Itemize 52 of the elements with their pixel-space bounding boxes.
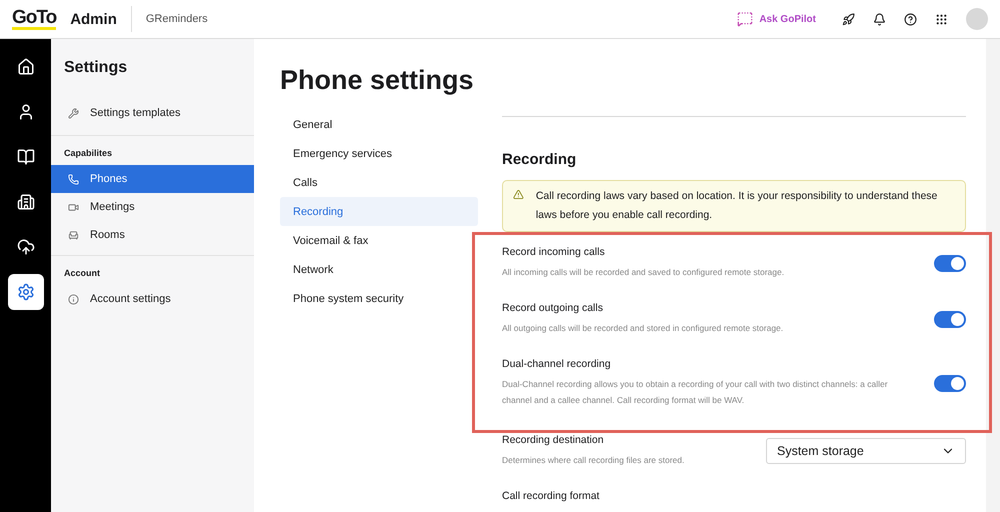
sidebar-title: Settings (64, 59, 128, 77)
rocket-icon[interactable] (842, 12, 855, 26)
organization-name: GReminders (146, 13, 208, 25)
dropdown[interactable]: System storage (766, 438, 966, 464)
toggle-switch[interactable] (934, 374, 966, 392)
setting-description: All outgoing calls will be recorded and stored in configured remote storage. (502, 322, 784, 335)
settings-nav-item[interactable]: Phone system security (280, 284, 478, 313)
sidebar-item[interactable]: Rooms (51, 221, 254, 249)
settings-nav-item[interactable]: Network (280, 255, 478, 284)
sidebar-item[interactable]: Meetings (51, 193, 254, 221)
setting-title: Record incoming calls (502, 246, 606, 258)
toggle-switch[interactable] (934, 254, 966, 272)
help-icon[interactable] (904, 12, 917, 26)
sidebar-heading: Account (64, 268, 101, 278)
sidebar-item[interactable]: Account settings (51, 285, 254, 313)
toggle-switch[interactable] (934, 310, 966, 328)
bell-icon[interactable] (873, 12, 886, 26)
sidebar-heading: Capabilites (64, 148, 114, 158)
sidebar-item[interactable]: Phones (51, 165, 254, 193)
section-heading: Recording (502, 151, 578, 168)
settings-nav-item[interactable]: Calls (280, 168, 478, 197)
sidebar-item[interactable]: Settings templates (51, 99, 254, 127)
setting-title: Record outgoing calls (502, 302, 604, 314)
info-icon (68, 294, 79, 304)
warning-icon (513, 187, 524, 202)
video-icon (68, 202, 79, 212)
ask-gopilot-button[interactable]: Ask GoPilot (737, 11, 816, 27)
setting-description: Determines where call recording files are stored. (502, 454, 686, 467)
setting-description: Dual-Channel recording allows you to obtain a recording of your call with two distinct channels: a caller channel and a callee channel. Call recording format will be WAV. (502, 378, 889, 407)
settings-nav-item[interactable]: Emergency services (280, 139, 478, 168)
devices-icon (16, 193, 34, 211)
home-icon (16, 58, 34, 76)
wrench-icon (68, 108, 79, 118)
setting-description: All incoming calls will be recorded and saved to configured remote storage. (502, 266, 786, 279)
scrollbar[interactable] (986, 39, 1000, 512)
phone-icon (68, 174, 79, 184)
settings-nav-item[interactable]: Recording (280, 197, 478, 226)
app-name: Admin (70, 10, 117, 28)
settings-icon (16, 283, 34, 301)
cloud-icon (16, 238, 34, 256)
directory-icon (16, 148, 34, 166)
settings-nav-button[interactable] (8, 274, 44, 310)
setting-title: Call recording format (502, 490, 600, 502)
page-title: Phone settings (280, 65, 475, 96)
settings-nav-item[interactable]: Voicemail & fax (280, 226, 478, 255)
warning-text: Call recording laws vary based on location. It is your responsibility to understand these laws before you enable call recording. (536, 189, 938, 223)
settings-nav-item[interactable]: General (280, 110, 478, 139)
setting-title: Dual-channel recording (502, 358, 612, 370)
seats-icon (68, 230, 79, 240)
goto-logo: GoTo (12, 8, 56, 30)
setting-title: Recording destination (502, 434, 605, 446)
apps-grid-icon[interactable] (935, 12, 948, 26)
